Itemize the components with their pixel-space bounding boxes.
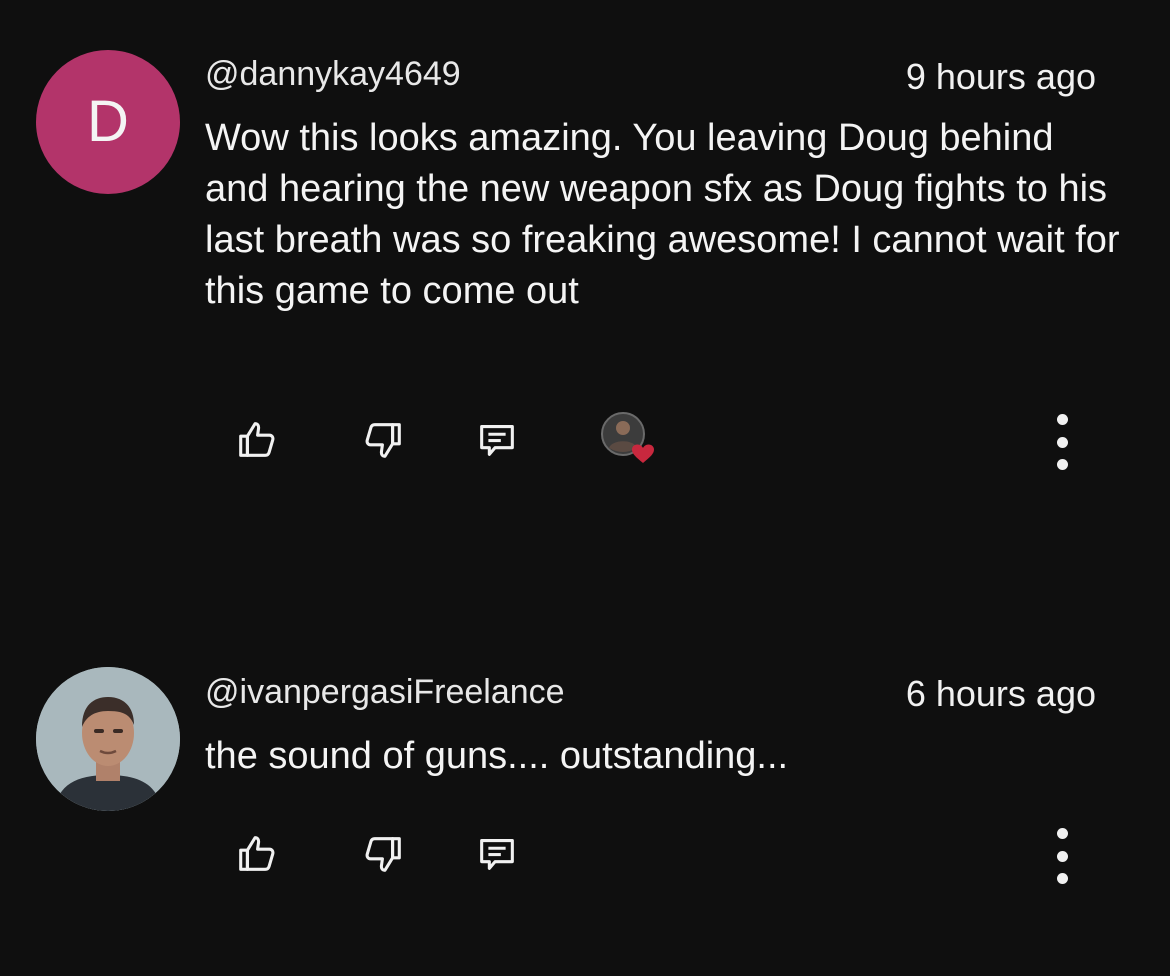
reply-button[interactable] — [469, 826, 525, 882]
comment-text: the sound of guns.... outstanding... — [205, 735, 789, 777]
avatar-letter: D — [87, 89, 129, 154]
more-vert-icon-dot — [1056, 850, 1068, 862]
thumb-down-icon — [365, 423, 401, 458]
thumb-up-icon — [239, 836, 275, 871]
more-vert-icon-dot — [1056, 414, 1068, 425]
creator-heart-icon — [601, 412, 654, 463]
thumb-up-icon — [239, 422, 275, 457]
comment-time: 9 hours ago — [905, 56, 1096, 97]
like-button[interactable] — [229, 826, 285, 882]
more-options-button[interactable] — [1050, 828, 1074, 884]
more-options-button[interactable] — [1050, 414, 1074, 470]
reply-icon — [480, 839, 514, 870]
user-photo-icon — [36, 667, 180, 811]
creator-heart-badge — [598, 408, 658, 468]
comment-author[interactable]: @ivanpergasiFreelance — [205, 673, 565, 712]
dislike-button[interactable] — [355, 826, 411, 882]
comment-text: Wow this looks amazing. You leaving Doug… — [205, 117, 1120, 312]
dislike-button[interactable] — [355, 412, 411, 468]
avatar[interactable] — [36, 667, 180, 811]
comment-author[interactable]: @dannykay4649 — [205, 55, 461, 94]
reply-icon — [480, 425, 514, 456]
like-button[interactable] — [229, 412, 285, 468]
more-vert-icon-dot — [1056, 436, 1068, 448]
avatar[interactable]: D — [36, 50, 180, 194]
more-vert-icon-dot — [1056, 828, 1068, 839]
thumb-down-icon — [365, 837, 401, 872]
reply-button[interactable] — [469, 412, 525, 468]
more-vert-icon-dot — [1056, 459, 1068, 470]
comment-time: 6 hours ago — [905, 673, 1096, 714]
more-vert-icon-dot — [1056, 873, 1068, 884]
